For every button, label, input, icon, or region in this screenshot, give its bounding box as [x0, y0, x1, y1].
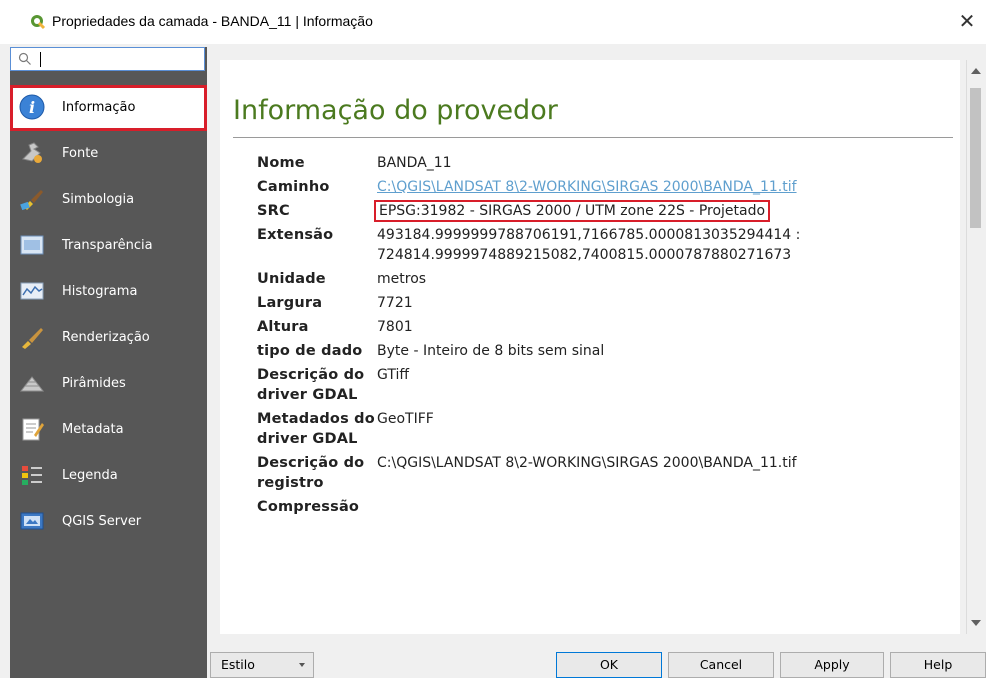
- metadata-icon: [22, 418, 44, 441]
- ok-button[interactable]: OK: [556, 652, 662, 678]
- row-key: Unidade: [257, 271, 326, 287]
- transparency-icon: [20, 235, 44, 255]
- ok-button-label: OK: [599, 657, 619, 672]
- sidebar-item-informacao[interactable]: i Informação: [10, 85, 207, 131]
- style-dropdown-label: Estilo: [221, 657, 255, 672]
- legend-icon: [22, 466, 42, 485]
- vertical-scrollbar[interactable]: [966, 60, 984, 634]
- scroll-thumb[interactable]: [970, 88, 981, 228]
- row-key: Largura: [257, 295, 323, 311]
- sidebar-item-label: Renderização: [62, 330, 150, 345]
- search-icon: [18, 52, 31, 65]
- heading-divider: [233, 137, 953, 138]
- src-value-highlighted: EPSG:31982 - SIRGAS 2000 / UTM zone 22S …: [373, 200, 771, 222]
- svg-text:i: i: [29, 98, 35, 117]
- table-row: tipo de dado Byte - Inteiro de 8 bits se…: [257, 341, 800, 365]
- table-row: Unidade metros: [257, 269, 800, 293]
- row-key: tipo de dado: [257, 343, 363, 359]
- sidebar-nav: i Informação Fonte Simbologia Transparên…: [10, 85, 207, 545]
- row-key: Descrição do driver GDAL: [257, 367, 365, 403]
- row-key: Caminho: [257, 179, 330, 195]
- table-row: Descrição do registro C:\QGIS\LANDSAT 8\…: [257, 453, 800, 497]
- sidebar: i Informação Fonte Simbologia Transparên…: [10, 47, 207, 678]
- row-key: SRC: [257, 203, 290, 219]
- search-input[interactable]: [10, 47, 205, 71]
- sidebar-item-label: QGIS Server: [62, 514, 142, 529]
- row-value: C:\QGIS\LANDSAT 8\2-WORKING\SIRGAS 2000\…: [377, 455, 797, 471]
- row-value: GTiff: [377, 367, 410, 383]
- sidebar-item-label: Histograma: [62, 284, 138, 299]
- style-dropdown[interactable]: Estilo: [210, 652, 314, 678]
- row-value: Byte - Inteiro de 8 bits sem sinal: [377, 343, 605, 359]
- table-row: Caminho C:\QGIS\LANDSAT 8\2-WORKING\SIRG…: [257, 177, 800, 201]
- info-panel: Informação do provedor Nome BANDA_11 Cam…: [220, 60, 960, 634]
- table-row: Extensão 493184.9999999788706191,7166785…: [257, 225, 800, 269]
- sidebar-item-label: Simbologia: [62, 192, 135, 207]
- path-link[interactable]: C:\QGIS\LANDSAT 8\2-WORKING\SIRGAS 2000\…: [377, 179, 797, 195]
- sidebar-item-histograma[interactable]: Histograma: [10, 269, 207, 315]
- sidebar-item-renderizacao[interactable]: Renderização: [10, 315, 207, 361]
- text-cursor: [40, 52, 41, 67]
- help-button-label: Help: [923, 657, 953, 672]
- chevron-down-icon: [299, 663, 305, 667]
- row-key: Compressão: [257, 499, 360, 515]
- scroll-down-icon[interactable]: [971, 620, 981, 626]
- table-row: Largura 7721: [257, 293, 800, 317]
- close-button[interactable]: ✕: [954, 8, 980, 34]
- sidebar-item-piramides[interactable]: Pirâmides: [10, 361, 207, 407]
- row-value: BANDA_11: [377, 155, 452, 171]
- row-value: 7801: [377, 319, 413, 335]
- qgis-server-icon: [20, 512, 44, 530]
- qgis-logo-icon: [31, 15, 46, 30]
- table-row: Nome BANDA_11: [257, 153, 800, 177]
- help-button[interactable]: Help: [890, 652, 986, 678]
- table-row: Metadados do driver GDAL GeoTIFF: [257, 409, 800, 453]
- sidebar-item-label: Fonte: [62, 146, 99, 161]
- pyramids-icon: [19, 376, 45, 392]
- table-row: Descrição do driver GDAL GTiff: [257, 365, 800, 409]
- cancel-button[interactable]: Cancel: [668, 652, 774, 678]
- title-bar: Propriedades da camada - BANDA_11 | Info…: [0, 0, 986, 44]
- symbology-paintbrush-icon: [20, 190, 43, 211]
- extent-line-1: 493184.9999999788706191,7166785.00008130…: [377, 227, 801, 243]
- sidebar-item-qgis-server[interactable]: QGIS Server: [10, 499, 207, 545]
- sidebar-item-metadata[interactable]: Metadata: [10, 407, 207, 453]
- row-key: Nome: [257, 155, 305, 171]
- sidebar-item-simbologia[interactable]: Simbologia: [10, 177, 207, 223]
- row-key: Descrição do registro: [257, 455, 365, 491]
- apply-button-label: Apply: [814, 657, 850, 672]
- sidebar-item-label: Pirâmides: [62, 376, 126, 391]
- sidebar-item-label: Transparência: [62, 238, 153, 253]
- apply-button[interactable]: Apply: [780, 652, 884, 678]
- page-title: Informação do provedor: [233, 95, 558, 126]
- row-key: Metadados do driver GDAL: [257, 411, 375, 447]
- sidebar-item-label: Informação: [62, 100, 136, 115]
- info-icon: i: [19, 94, 45, 120]
- cancel-button-label: Cancel: [699, 657, 743, 672]
- table-row: Altura 7801: [257, 317, 800, 341]
- sidebar-item-transparencia[interactable]: Transparência: [10, 223, 207, 269]
- extent-line-2: 724814.9999974889215082,7400815.00007878…: [377, 247, 792, 263]
- table-row: SRC EPSG:31982 - SIRGAS 2000 / UTM zone …: [257, 200, 800, 225]
- sidebar-item-fonte[interactable]: Fonte: [10, 131, 207, 177]
- provider-info-table: Nome BANDA_11 Caminho C:\QGIS\LANDSAT 8\…: [257, 153, 800, 521]
- scroll-up-icon[interactable]: [971, 68, 981, 74]
- source-wrench-icon: [22, 142, 42, 163]
- row-key: Extensão: [257, 227, 334, 243]
- row-value: metros: [377, 271, 427, 287]
- window-title: Propriedades da camada - BANDA_11 | Info…: [52, 13, 373, 29]
- sidebar-item-label: Legenda: [62, 468, 118, 483]
- row-key: Altura: [257, 319, 309, 335]
- histogram-icon: [20, 282, 44, 300]
- row-value: 7721: [377, 295, 413, 311]
- close-icon: ✕: [958, 9, 976, 33]
- sidebar-item-label: Metadata: [62, 422, 124, 437]
- table-row: Compressão: [257, 497, 800, 521]
- rendering-brush-icon: [22, 328, 43, 349]
- row-value: GeoTIFF: [377, 411, 434, 427]
- sidebar-item-legenda[interactable]: Legenda: [10, 453, 207, 499]
- row-value: [377, 497, 800, 521]
